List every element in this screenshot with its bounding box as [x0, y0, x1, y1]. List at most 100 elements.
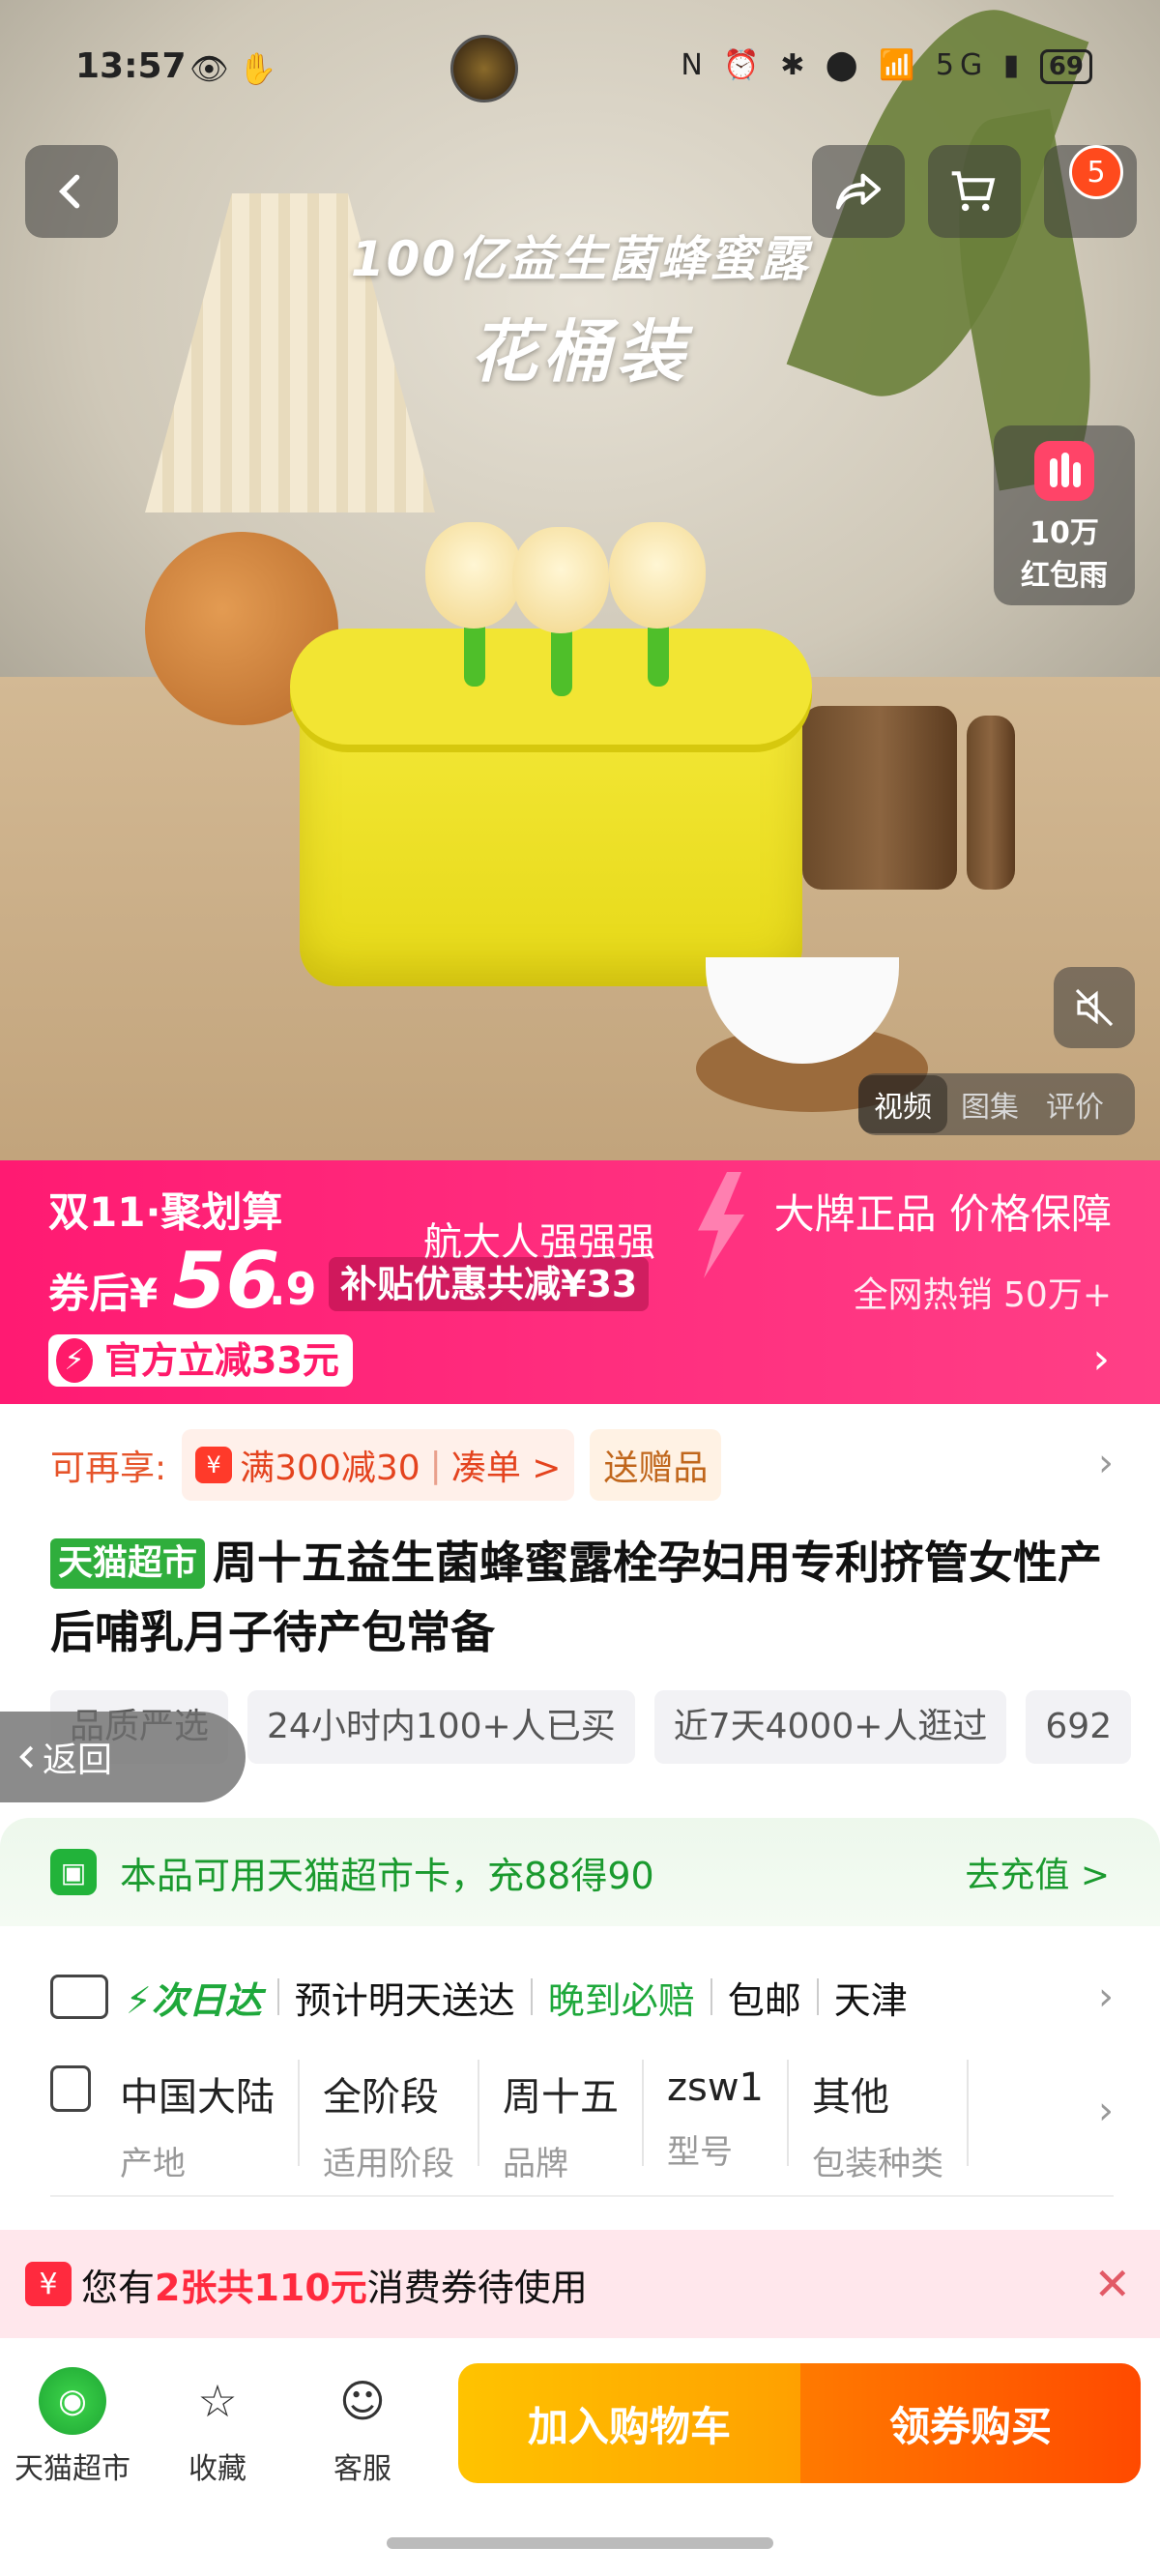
- delivery-estimate: 预计明天送达: [294, 1978, 515, 2022]
- subsidy-badge: 补贴优惠共减¥33: [329, 1257, 650, 1311]
- price-decimal: .9: [269, 1263, 317, 1315]
- tulip-shape: [609, 522, 706, 629]
- star-icon: ☆: [197, 2375, 238, 2427]
- chevron-right-icon: ›: [1092, 1334, 1110, 1384]
- mute-button[interactable]: [1054, 967, 1135, 1048]
- full-reduction-text: 满300减30: [240, 1449, 420, 1488]
- tulip-shape: [512, 527, 609, 633]
- lightning-icon: ⚡: [56, 1338, 93, 1383]
- status-bar: 13:57 👁 ✋ N ⏰ ✱ ⬤ 📶 5G ▮ 69: [0, 39, 1160, 97]
- coupon-count: 2张共110元: [155, 2266, 367, 2309]
- section-divider: [50, 2195, 1114, 2197]
- after-coupon-label: 券后¥: [48, 1270, 159, 1317]
- shipping-row[interactable]: ⚡次日达 预计明天送达 晚到必赔 包邮 天津 ›: [50, 1944, 1114, 2050]
- yen-icon: ¥: [195, 1447, 233, 1483]
- buy-with-coupon-button[interactable]: 领券购买: [800, 2363, 1141, 2483]
- chevron-right-icon: ›: [1098, 1975, 1114, 2019]
- chevron-right-icon: ›: [1098, 1441, 1114, 1485]
- divider: [530, 1978, 533, 2015]
- spec-stage: 全阶段 适用阶段: [323, 2060, 479, 2183]
- close-icon[interactable]: ✕: [1093, 2258, 1131, 2310]
- tab-reviews[interactable]: 评价: [1032, 1083, 1117, 1126]
- product-title-text: 周十五益生菌蜂蜜露栓孕妇用专利挤管女性产后哺乳月子待产包常备: [50, 1537, 1103, 1658]
- recharge-link[interactable]: 去充值 >: [965, 1847, 1110, 1897]
- media-tabs: 视频 图集 评价: [858, 1073, 1135, 1135]
- combine-order-link[interactable]: 凑单 >: [451, 1440, 562, 1490]
- chip-divider: |: [429, 1445, 442, 1485]
- wood-stump: [802, 706, 957, 890]
- home-indicator: [387, 2537, 773, 2549]
- tmall-label: 天猫超市: [14, 2452, 130, 2486]
- share-icon: [835, 173, 882, 210]
- tmall-card-text: 本品可用天猫超市卡，充88得90: [120, 1854, 654, 1897]
- specs-row[interactable]: 中国大陆 产地 全阶段 适用阶段 周十五 品牌 zsw1 型号 其他 包装种类 ›: [50, 2060, 1114, 2185]
- late-compensation: 晚到必赔: [547, 1978, 695, 2022]
- status-left-icons: 👁 ✋: [189, 50, 277, 87]
- tmall-supermarket-tag: 天猫超市: [50, 1538, 206, 1589]
- price-integer: 56: [172, 1236, 280, 1326]
- chevron-left-icon: [19, 1745, 34, 1769]
- tmall-cat-icon: ◉: [39, 2367, 106, 2435]
- official-discount-badge: 官方立减33元: [48, 1334, 353, 1387]
- yen-icon: ¥: [25, 2262, 72, 2306]
- chevron-right-icon: ›: [1098, 2089, 1114, 2133]
- tab-video[interactable]: 视频: [858, 1075, 947, 1133]
- divider: [816, 1978, 819, 2015]
- cart-button[interactable]: [928, 145, 1021, 238]
- red-rain-label: 红包雨: [1021, 559, 1108, 593]
- extra-offers-row[interactable]: 可再享: ¥ 满300减30 | 凑单 > 送赠品 ›: [50, 1429, 1114, 1501]
- signal-icons: N ⏰ ✱ ⬤ 📶 5G ▮: [681, 48, 1026, 82]
- favorite-label: 收藏: [188, 2452, 246, 2486]
- spec-origin: 中国大陆 产地: [120, 2060, 300, 2183]
- promo-banner[interactable]: 双11·聚划算 券后¥ 56 .9 航大人强强强 补贴优惠共减¥33 官方立减3…: [0, 1160, 1160, 1404]
- spec-model: zsw1 型号: [667, 2060, 789, 2172]
- status-time: 13:57: [75, 46, 187, 86]
- pill-more: 692: [1026, 1690, 1132, 1764]
- chevron-left-icon: [58, 174, 80, 209]
- back-button[interactable]: [25, 145, 118, 238]
- coupon-prefix: 您有: [81, 2266, 156, 2309]
- gift-chip[interactable]: 送赠品: [590, 1429, 722, 1501]
- full-reduction-chip[interactable]: ¥ 满300减30 | 凑单 >: [182, 1429, 575, 1501]
- service-label: 客服: [334, 2452, 392, 2486]
- coupon-suffix: 消费券待使用: [366, 2266, 588, 2309]
- pill-visited-7d: 近7天4000+人逛过: [653, 1690, 1007, 1764]
- red-rain-amount: 10万: [1030, 516, 1099, 550]
- add-to-cart-button[interactable]: 加入购物车: [458, 2363, 800, 2483]
- ship-city: 天津: [833, 1978, 908, 2022]
- speaker-muted-icon: [1075, 988, 1114, 1027]
- battery-icon: 69: [1039, 49, 1092, 84]
- product-title: 天猫超市 周十五益生菌蜂蜜露栓孕妇用专利挤管女性产后哺乳月子待产包常备: [50, 1528, 1114, 1667]
- coupon-reminder-bar[interactable]: ¥ 您有 2张共110元 消费券待使用 ✕: [0, 2230, 1160, 2338]
- next-day-label: ⚡次日达: [126, 1978, 262, 2022]
- cart-count-badge: 5: [1069, 145, 1123, 199]
- return-button[interactable]: 返回: [0, 1712, 246, 1802]
- price-guarantee: 大牌正品 价格保障: [773, 1190, 1112, 1238]
- hot-sales-count: 全网热销 50万+: [853, 1275, 1112, 1315]
- spec-package: 其他 包装种类: [812, 2060, 969, 2183]
- share-button[interactable]: [812, 145, 905, 238]
- spec-brand: 周十五 品牌: [503, 2060, 644, 2183]
- chat-face-icon: ☺: [339, 2375, 386, 2427]
- offers-label: 可再享:: [50, 1449, 167, 1488]
- lightning-decoration-icon: [698, 1172, 744, 1278]
- wood-stump: [967, 716, 1015, 890]
- red-envelope-icon: [1034, 441, 1094, 501]
- promo-brand: 双11·聚划算: [48, 1188, 283, 1236]
- divider: [276, 1978, 279, 2015]
- wallet-icon: ▣: [50, 1849, 97, 1895]
- favorite-button[interactable]: ☆ 收藏: [155, 2367, 280, 2487]
- free-shipping: 包邮: [727, 1978, 801, 2022]
- clipboard-icon: [50, 2065, 91, 2112]
- live-avatar[interactable]: [450, 35, 518, 102]
- tulip-shape: [425, 522, 522, 629]
- tab-gallery[interactable]: 图集: [947, 1083, 1032, 1126]
- pill-bought-24h: 24小时内100+人已买: [247, 1690, 635, 1764]
- hero-title-line2: 花桶装: [470, 312, 690, 392]
- status-right-icons: N ⏰ ✱ ⬤ 📶 5G ▮ 69: [681, 48, 1092, 84]
- tmall-supermarket-button[interactable]: ◉ 天猫超市: [10, 2367, 135, 2487]
- customer-service-button[interactable]: ☺ 客服: [300, 2367, 425, 2487]
- tmall-card-row[interactable]: ▣ 本品可用天猫超市卡，充88得90 去充值 >: [0, 1818, 1160, 1926]
- red-envelope-rain-button[interactable]: 10万 红包雨: [994, 425, 1135, 605]
- cart-icon: [951, 171, 996, 212]
